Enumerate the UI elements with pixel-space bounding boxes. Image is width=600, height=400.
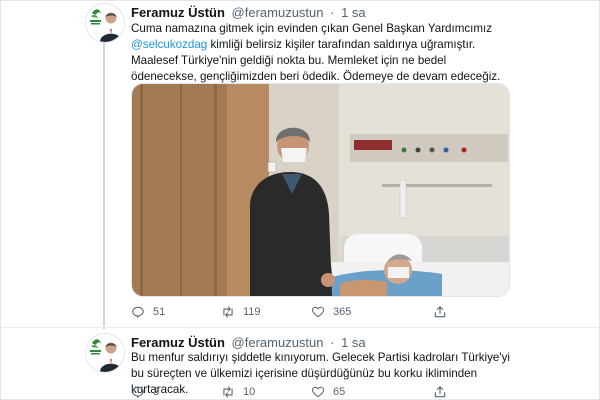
tweet-divider <box>1 327 600 328</box>
avatar[interactable] <box>85 3 125 43</box>
share-button[interactable] <box>433 385 447 399</box>
author-name[interactable]: Feramuz Üstün <box>131 5 225 20</box>
retweet-count: 119 <box>243 306 261 318</box>
like-icon <box>311 305 325 319</box>
reply-button[interactable]: 3 <box>131 385 159 399</box>
reply-count: 51 <box>153 306 166 318</box>
reply-count: 3 <box>153 386 160 398</box>
like-count: 65 <box>333 386 346 398</box>
mention-link[interactable]: @selcukozdag <box>131 38 207 51</box>
retweet-icon <box>221 385 235 399</box>
reply-icon <box>131 385 145 399</box>
author-name[interactable]: Feramuz Üstün <box>131 335 225 350</box>
avatar[interactable] <box>85 333 125 373</box>
thread-connector-line <box>103 43 105 329</box>
meta-separator: · <box>330 5 335 20</box>
tweet-header: Feramuz Üstün @feramuzustun · 1 sa <box>131 5 366 20</box>
meta-separator: · <box>330 335 335 350</box>
tweet-text: Cuma namazına gitmek için evinden çıkan … <box>131 21 511 85</box>
tweet-thread: Feramuz Üstün @feramuzustun · 1 sa Cuma … <box>0 0 600 400</box>
author-handle[interactable]: @feramuzustun <box>232 335 324 350</box>
retweet-icon <box>221 305 235 319</box>
retweet-button[interactable]: 10 <box>221 385 255 399</box>
tweet-photo[interactable] <box>131 83 510 297</box>
author-handle[interactable]: @feramuzustun <box>232 5 324 20</box>
share-button[interactable] <box>433 305 447 319</box>
share-icon <box>433 305 447 319</box>
tweet-time[interactable]: 1 sa <box>341 335 366 350</box>
tweet-text-part: Cuma namazına gitmek için evinden çıkan … <box>131 22 493 35</box>
reply-icon <box>131 305 145 319</box>
like-icon <box>311 385 325 399</box>
share-icon <box>433 385 447 399</box>
reply-button[interactable]: 51 <box>131 305 165 319</box>
retweet-count: 10 <box>243 386 256 398</box>
tweet-header: Feramuz Üstün @feramuzustun · 1 sa <box>131 335 366 350</box>
like-button[interactable]: 365 <box>311 305 351 319</box>
retweet-button[interactable]: 119 <box>221 305 261 319</box>
like-button[interactable]: 65 <box>311 385 345 399</box>
like-count: 365 <box>333 306 352 318</box>
tweet-time[interactable]: 1 sa <box>341 5 366 20</box>
